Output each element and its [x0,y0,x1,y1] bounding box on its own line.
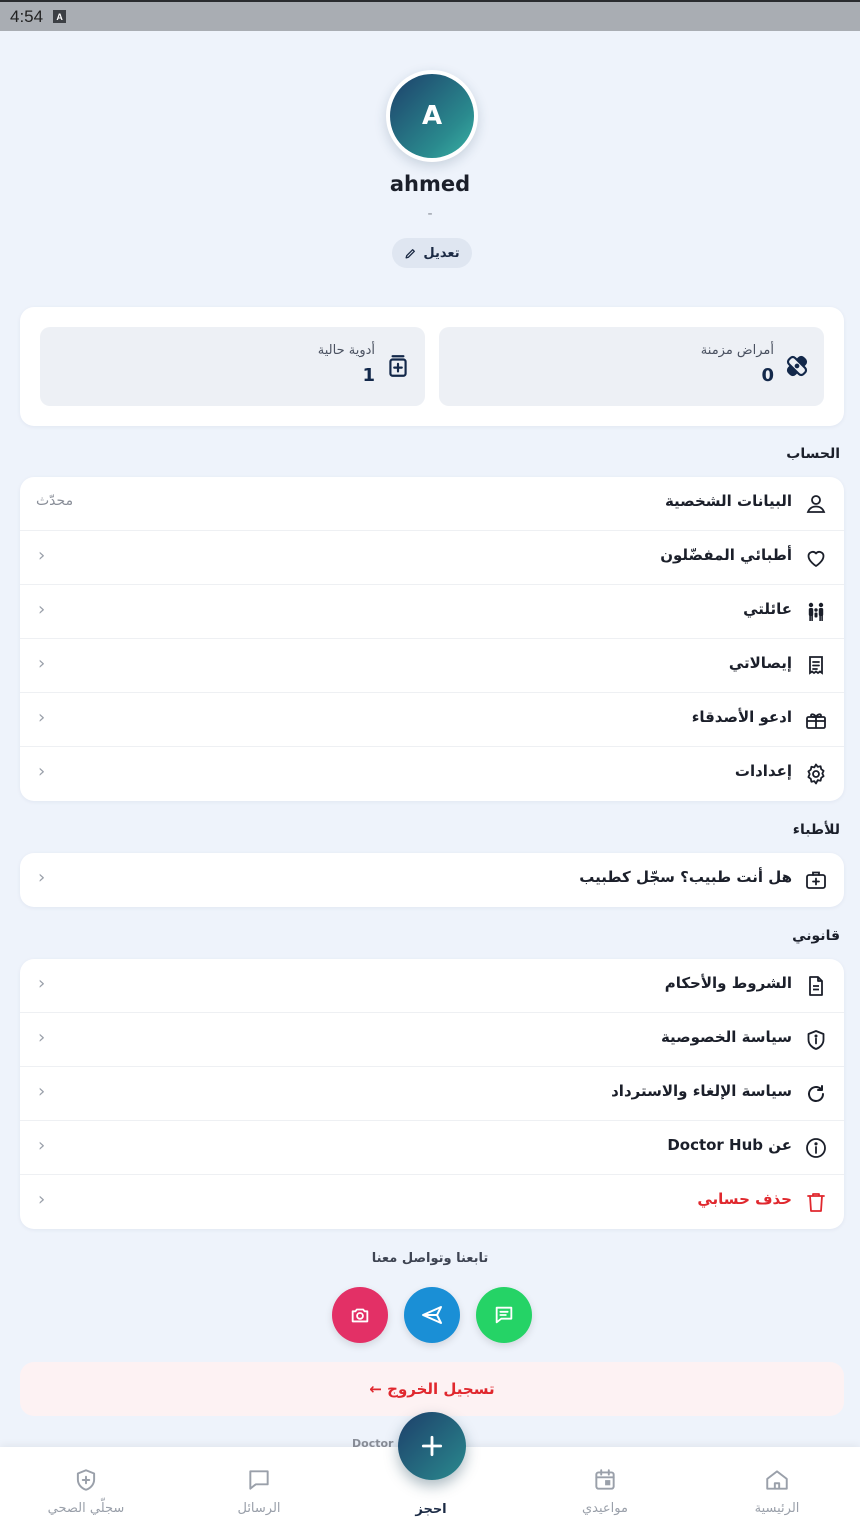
bandage-icon [786,355,808,377]
list-item-register-doctor[interactable]: هل أنت طبيب؟ سجّل كطبيب ‹ [20,853,844,907]
row-label: إعدادات [734,762,792,780]
legal-list: الشروط والأحكام ‹ سياسة الخصوصية ‹ سياسة… [20,959,844,1229]
list-item-personal-data[interactable]: البيانات الشخصية محدّث [20,477,844,531]
avatar[interactable]: A [386,70,478,162]
edit-profile-button[interactable]: تعديل [392,238,472,268]
chat-icon [495,1306,513,1324]
account-list: البيانات الشخصية محدّث أطبائي المفضّلون … [20,477,844,801]
stats-card: أمراض مزمنة 0 أدوية حالية 1 [20,307,844,426]
edit-label: تعديل [423,245,460,261]
doctors-list: هل أنت طبيب؟ سجّل كطبيب ‹ [20,853,844,907]
book-fab-button[interactable] [398,1412,466,1480]
plus-icon [421,1435,443,1457]
nav-appointments[interactable]: مواعيدي [540,1467,670,1516]
nav-appointments-label: مواعيدي [582,1501,628,1516]
chevron-left-icon: ‹ [38,867,46,888]
section-title-legal: قانوني [792,928,840,944]
list-item-about[interactable]: عن Doctor Hub ‹ [20,1121,844,1175]
status-indicator-icon: A [53,10,67,23]
user-subtitle: - [427,206,433,222]
chevron-left-icon: ‹ [38,1081,46,1102]
row-label: الشروط والأحكام [664,974,792,992]
shield-icon [807,1030,825,1050]
family-icon [808,602,824,621]
nav-home-label: الرئيسية [754,1501,800,1516]
row-label: البيانات الشخصية [664,492,792,510]
row-label: حذف حسابي [697,1190,792,1208]
list-item-favorite-doctors[interactable]: أطبائي المفضّلون ‹ [20,531,844,585]
row-label: إيصالاتي [728,654,792,672]
list-item-privacy[interactable]: سياسة الخصوصية ‹ [20,1013,844,1067]
stat-chronic-diseases[interactable]: أمراض مزمنة 0 [439,327,824,406]
chevron-left-icon: ‹ [38,761,46,782]
camera-icon [351,1308,369,1323]
chevron-left-icon: ‹ [38,545,46,566]
shield-plus-icon [76,1469,96,1491]
pencil-icon [405,248,416,258]
list-item-family[interactable]: عائلتي ‹ [20,585,844,639]
instagram-button[interactable] [332,1287,388,1343]
logout-button[interactable]: تسجيل الخروج ← [20,1362,844,1416]
whatsapp-button[interactable] [476,1287,532,1343]
list-item-refund-policy[interactable]: سياسة الإلغاء والاسترداد ‹ [20,1067,844,1121]
telegram-button[interactable] [404,1287,460,1343]
row-label: هل أنت طبيب؟ سجّل كطبيب [579,868,792,886]
follow-title: تابعنا وتواصل معنا [371,1251,489,1266]
status-time: 4:54 [10,6,44,26]
nav-record-label: سجلّي الصحي [47,1501,125,1516]
row-label: عائلتي [743,600,792,618]
row-label: أطبائي المفضّلون [660,546,792,564]
section-title-doctors: للأطباء [792,822,840,838]
refresh-icon [808,1085,824,1102]
medicine-box-icon [389,355,407,377]
row-status: محدّث [36,493,74,509]
chevron-left-icon: ‹ [38,973,46,994]
gift-icon [806,713,826,729]
nav-book[interactable]: احجز [366,1502,496,1517]
chevron-left-icon: ‹ [38,653,46,674]
chevron-left-icon: ‹ [38,1027,46,1048]
section-title-account: الحساب [786,446,840,462]
document-icon [809,976,823,996]
list-item-invite-friends[interactable]: ادعو الأصدقاء ‹ [20,693,844,747]
trash-icon [807,1193,825,1212]
chevron-left-icon: ‹ [38,1135,46,1156]
medical-kit-icon [806,871,826,889]
user-icon [806,495,826,513]
row-label: عن Doctor Hub [667,1136,792,1154]
nav-messages[interactable]: الرسائل [194,1467,324,1516]
row-label: سياسة الخصوصية [660,1028,792,1046]
chevron-left-icon: ‹ [38,1189,46,1210]
message-icon [249,1470,269,1490]
user-name: ahmed [389,172,471,196]
row-label: ادعو الأصدقاء [691,708,792,726]
gear-icon [807,763,825,785]
list-item-delete-account[interactable]: حذف حسابي ‹ [20,1175,844,1229]
stat-medications[interactable]: أدوية حالية 1 [40,327,425,406]
stat-chronic-label: أمراض مزمنة [700,343,774,358]
nav-book-label: احجز [415,1502,447,1517]
list-item-receipts[interactable]: إيصالاتي ‹ [20,639,844,693]
status-bar: 4:54 A [0,0,860,31]
heart-icon [807,551,825,567]
chevron-left-icon: ‹ [38,707,46,728]
row-label: سياسة الإلغاء والاسترداد [611,1082,792,1100]
nav-health-record[interactable]: سجلّي الصحي [21,1467,151,1516]
home-icon [766,1470,788,1490]
chevron-left-icon: ‹ [38,599,46,620]
list-item-settings[interactable]: إعدادات ‹ [20,747,844,801]
nav-home[interactable]: الرئيسية [712,1467,842,1516]
stat-chronic-value: 0 [761,365,774,386]
send-icon [422,1306,442,1324]
calendar-icon [595,1469,615,1490]
stat-medications-value: 1 [362,365,375,386]
nav-messages-label: الرسائل [237,1501,281,1516]
list-item-terms[interactable]: الشروط والأحكام ‹ [20,959,844,1013]
receipt-icon [809,656,823,675]
stat-medications-label: أدوية حالية [317,343,375,358]
info-icon [806,1138,826,1158]
avatar-letter: A [390,74,474,158]
